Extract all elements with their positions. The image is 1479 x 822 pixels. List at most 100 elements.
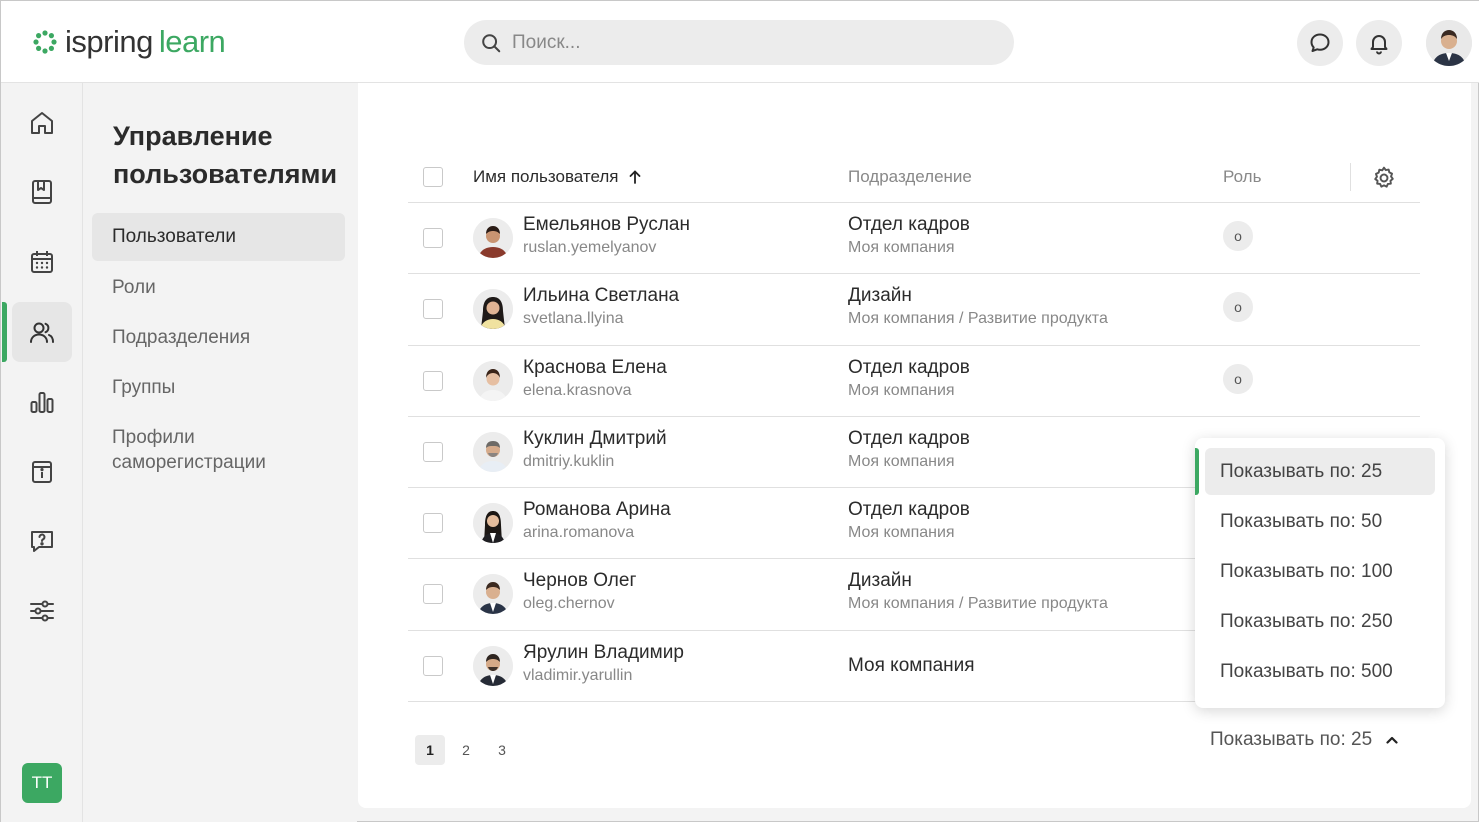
user-name[interactable]: Куклин Дмитрий: [523, 428, 667, 450]
search-icon: [482, 33, 501, 52]
rail-item-calendar[interactable]: [12, 232, 72, 292]
department-path: Моя компания: [848, 524, 955, 542]
chat-icon: [1310, 33, 1330, 52]
row-checkbox[interactable]: [423, 655, 443, 676]
row-checkbox[interactable]: [423, 370, 443, 391]
info-icon: [32, 461, 52, 483]
rail-item-info[interactable]: [12, 442, 72, 502]
chat-button[interactable]: [1297, 20, 1343, 66]
user-department: Моя компания: [848, 654, 975, 676]
per-page-selector[interactable]: Показывать по: 25: [1210, 729, 1400, 751]
home-icon: [31, 112, 53, 134]
question-icon: [31, 531, 53, 552]
row-checkbox[interactable]: [423, 513, 443, 534]
user-name[interactable]: Краснова Елена: [523, 357, 667, 379]
column-name-label: Имя пользователя: [473, 167, 619, 186]
per-page-dropdown: Показывать по: 25 Показывать по: 50 Пока…: [1195, 438, 1445, 708]
user-department: Отдел кадров: [848, 214, 970, 235]
table-row[interactable]: Емельянов Руслан ruslan.yemelyanov Отдел…: [408, 203, 1420, 275]
user-login: elena.krasnova: [523, 381, 632, 399]
search-input[interactable]: [512, 31, 992, 54]
sidebar-item-groups[interactable]: Группы: [92, 375, 345, 400]
row-checkbox[interactable]: [423, 299, 443, 320]
user-avatar[interactable]: [1426, 20, 1472, 66]
per-page-option-50[interactable]: Показывать по: 50: [1205, 498, 1435, 545]
page-button-2[interactable]: 2: [451, 735, 481, 765]
chevron-up-icon: [1386, 736, 1398, 744]
user-login: arina.romanova: [523, 524, 635, 542]
column-header-department[interactable]: Подразделение: [848, 167, 972, 187]
notifications-button[interactable]: [1356, 20, 1402, 66]
sliders-icon: [30, 600, 54, 622]
page-button-1[interactable]: 1: [415, 735, 445, 765]
per-page-option-500[interactable]: Показывать по: 500: [1205, 648, 1435, 695]
rail-item-settings[interactable]: [12, 581, 72, 641]
user-name[interactable]: Емельянов Руслан: [523, 214, 690, 236]
user-name[interactable]: Ильина Светлана: [523, 285, 679, 307]
row-checkbox[interactable]: [423, 584, 443, 605]
rail-active-indicator: [2, 302, 7, 362]
section-sidebar: Управление пользователями Пользователи Р…: [83, 83, 357, 822]
logo[interactable]: ispring learn: [31, 23, 226, 61]
avatar: [473, 218, 513, 258]
logo-text-learn: learn: [158, 24, 226, 59]
bell-icon: [1370, 35, 1388, 55]
table-header: Имя пользователя Подразделение Роль: [408, 153, 1420, 203]
user-name[interactable]: Романова Арина: [523, 499, 671, 521]
sidebar-item-users[interactable]: Пользователи: [92, 213, 345, 261]
department-path: Моя компания / Развитие продукта: [848, 310, 1108, 328]
gear-icon[interactable]: [1371, 165, 1397, 191]
avatar: [473, 574, 513, 615]
header-divider: [1350, 163, 1351, 191]
logo-text-ispring: ispring: [65, 24, 153, 59]
user-avatar-image: [1426, 20, 1472, 66]
rail-item-home[interactable]: [12, 93, 72, 153]
column-header-name[interactable]: Имя пользователя: [473, 167, 643, 187]
section-title: Управление пользователями: [113, 121, 338, 189]
avatar: [473, 645, 513, 686]
role-badge: о: [1223, 292, 1253, 323]
calendar-icon: [31, 251, 53, 273]
user-login: vladimir.yarullin: [523, 666, 633, 684]
department-path: Моя компания: [848, 381, 955, 399]
avatar: [473, 360, 513, 401]
rail-item-reports[interactable]: [12, 372, 72, 432]
department-path: Моя компания: [848, 239, 955, 256]
role-badge: о: [1223, 221, 1253, 251]
row-checkbox[interactable]: [423, 228, 443, 248]
table-row[interactable]: Ильина Светлана svetlana.llyina Дизайн М…: [408, 274, 1420, 346]
column-header-role[interactable]: Роль: [1223, 167, 1261, 187]
user-department: Отдел кадров: [848, 427, 970, 449]
selected-indicator: [1195, 448, 1199, 495]
user-login: ruslan.yemelyanov: [523, 239, 657, 256]
app-window: ispring learn Поиск... ТТ Управление пол…: [0, 0, 1479, 822]
user-department: Дизайн: [848, 285, 912, 307]
select-all-checkbox[interactable]: [423, 167, 443, 187]
per-page-option-25[interactable]: Показывать по: 25: [1195, 448, 1435, 495]
avatar: [473, 431, 513, 472]
per-page-option-100[interactable]: Показывать по: 100: [1205, 548, 1435, 595]
user-department: Дизайн: [848, 570, 912, 592]
department-path: Моя компания / Развитие продукта: [848, 595, 1108, 613]
avatar: [473, 503, 513, 544]
user-login: dmitriy.kuklin: [523, 452, 615, 470]
rail-item-courses[interactable]: [12, 162, 72, 222]
search-bar[interactable]: [464, 20, 1014, 65]
rail-item-help[interactable]: [12, 511, 72, 571]
sort-ascending-icon: [629, 170, 640, 184]
per-page-option-250[interactable]: Показывать по: 250: [1205, 598, 1435, 645]
rail-item-users[interactable]: [12, 302, 72, 362]
sidebar-item-roles[interactable]: Роли: [92, 275, 345, 300]
user-initials-badge[interactable]: ТТ: [22, 763, 62, 803]
ispring-logo-icon: [33, 30, 57, 54]
user-name[interactable]: Ярулин Владимир: [523, 642, 684, 664]
user-name[interactable]: Чернов Олег: [523, 570, 636, 592]
book-icon: [32, 180, 52, 204]
page-button-3[interactable]: 3: [487, 735, 517, 765]
sidebar-item-self-registration[interactable]: Профили саморегистрации: [92, 425, 345, 475]
table-row[interactable]: Краснова Елена elena.krasnova Отдел кадр…: [408, 346, 1420, 417]
avatar: [473, 289, 513, 330]
pagination: 1 2 3: [415, 735, 523, 765]
sidebar-item-departments[interactable]: Подразделения: [92, 325, 345, 350]
row-checkbox[interactable]: [423, 441, 443, 462]
